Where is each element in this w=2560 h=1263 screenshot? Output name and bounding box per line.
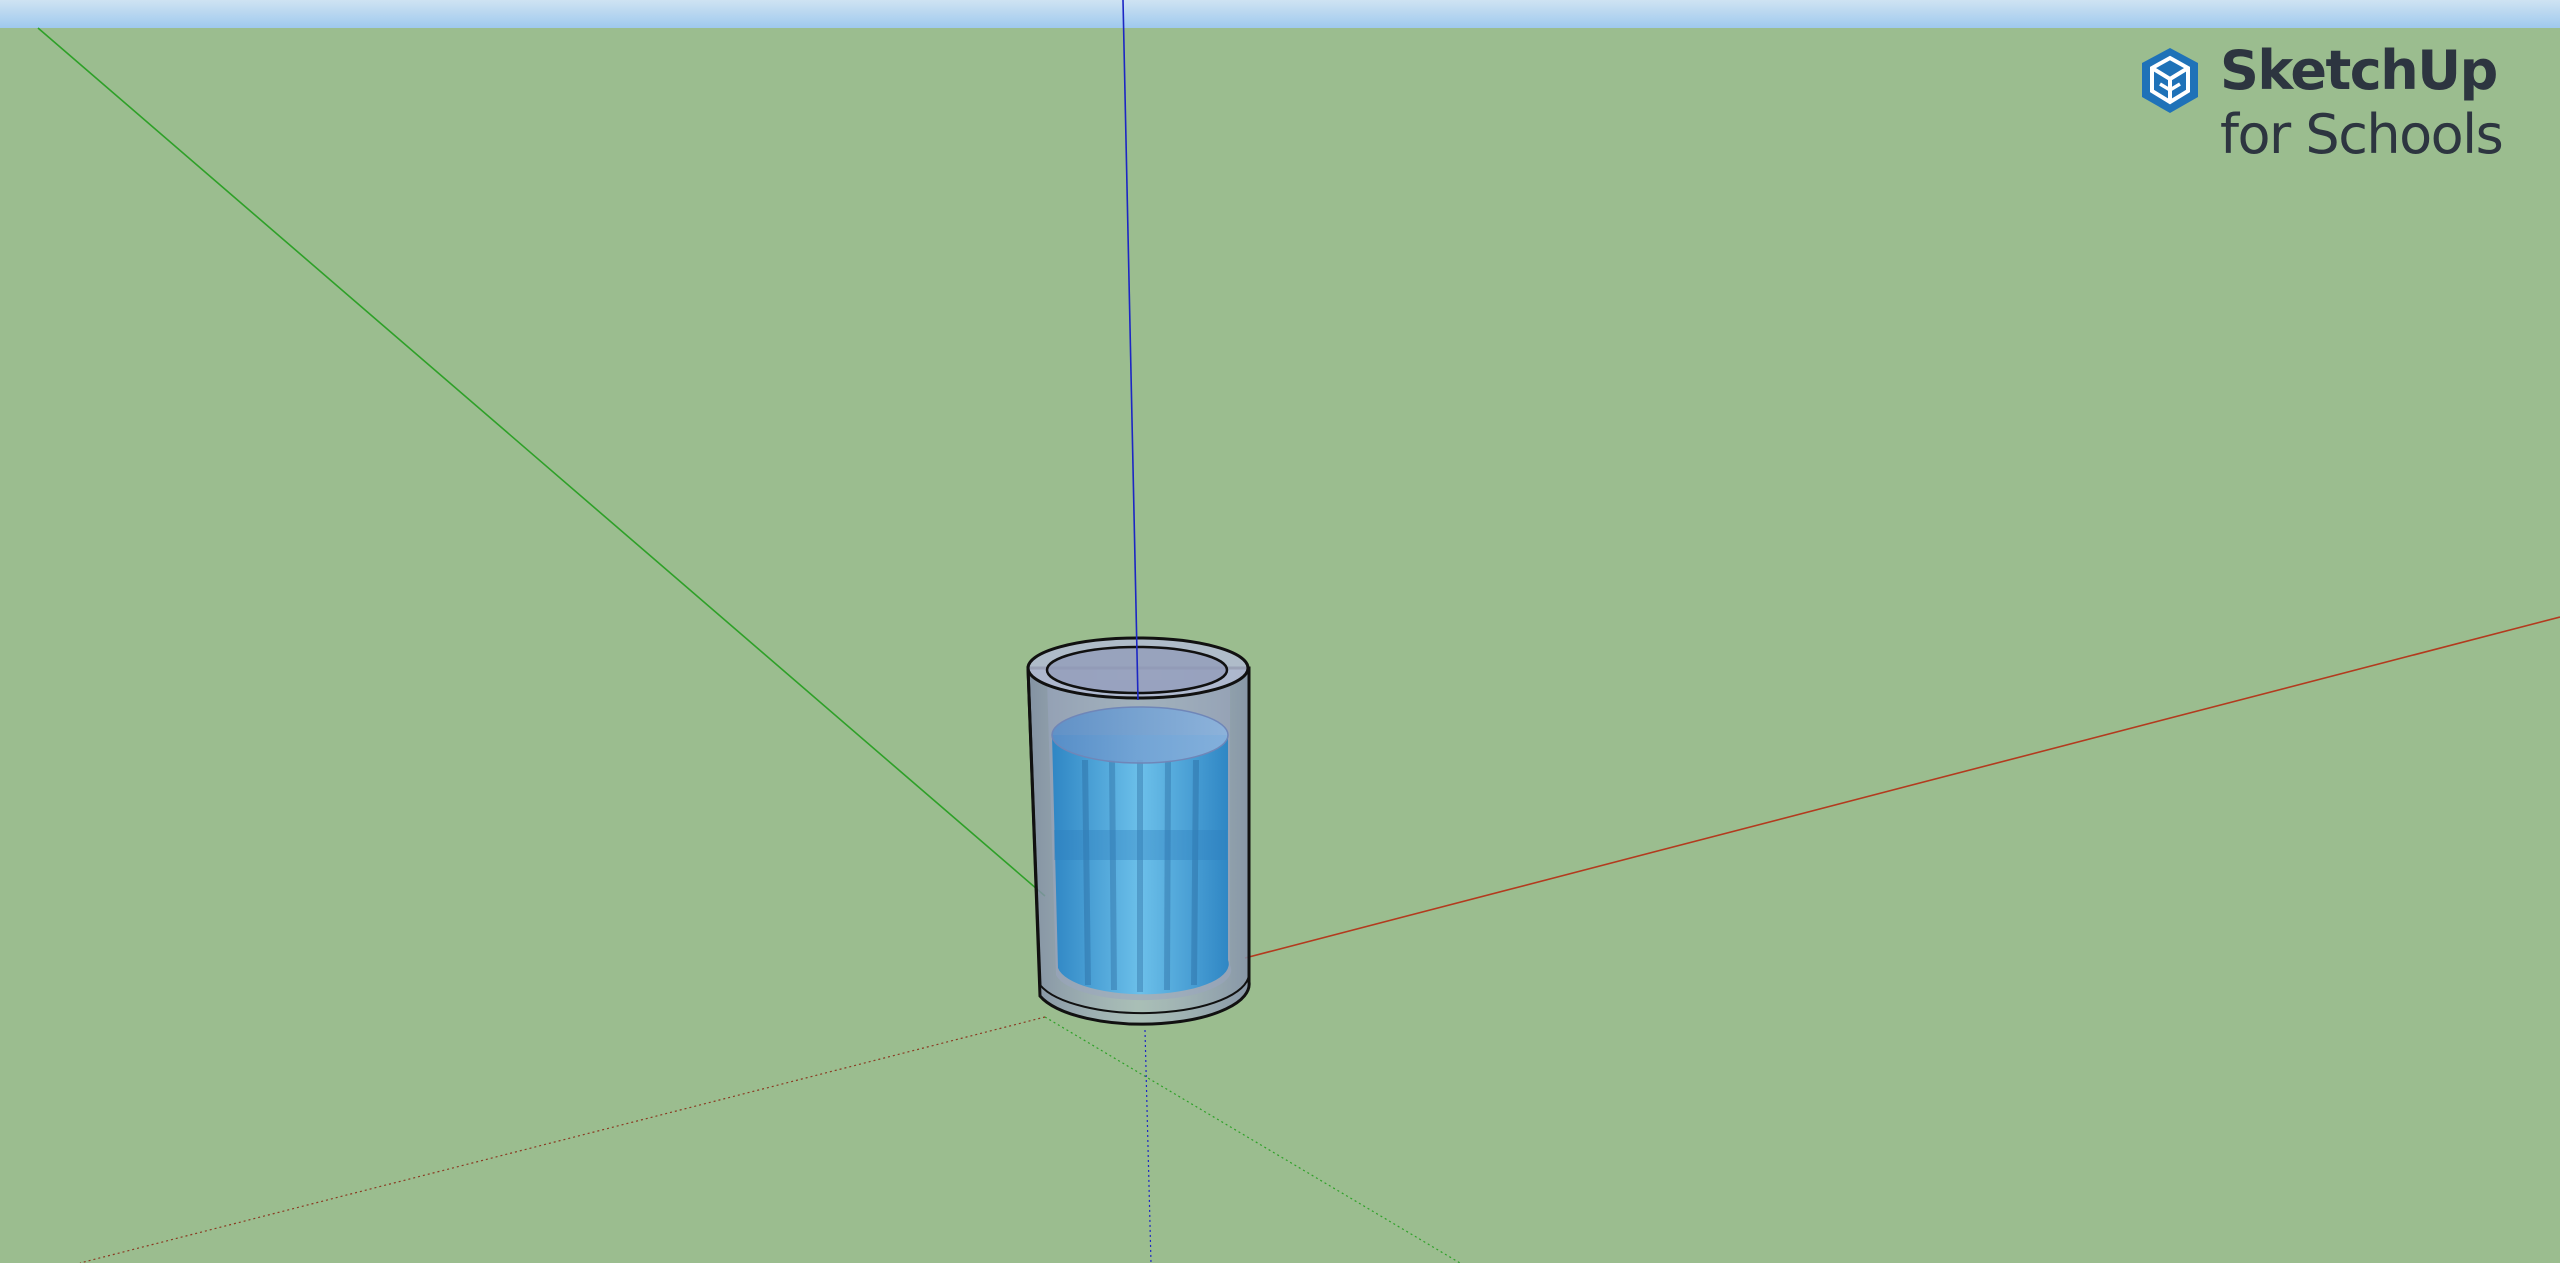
green-axis-negative [1044, 1016, 1461, 1263]
brand-subtitle: for Schools [2220, 103, 2504, 166]
water-band [1054, 830, 1227, 860]
blue-axis [1122, 0, 1139, 701]
red-axis-negative [79, 1016, 1046, 1263]
blue-axis-negative [1144, 1029, 1152, 1263]
water-surface [1051, 706, 1229, 764]
green-axis [37, 27, 1046, 897]
scene-canvas[interactable] [0, 0, 2560, 1263]
sketchup-logo-icon [2142, 48, 2198, 113]
modeling-viewport[interactable]: SketchUp for Schools [0, 0, 2560, 1263]
sketchup-for-schools-logo: SketchUp for Schools [2138, 39, 2538, 176]
red-axis [1244, 616, 2560, 959]
brand-name: SketchUp [2220, 39, 2498, 102]
